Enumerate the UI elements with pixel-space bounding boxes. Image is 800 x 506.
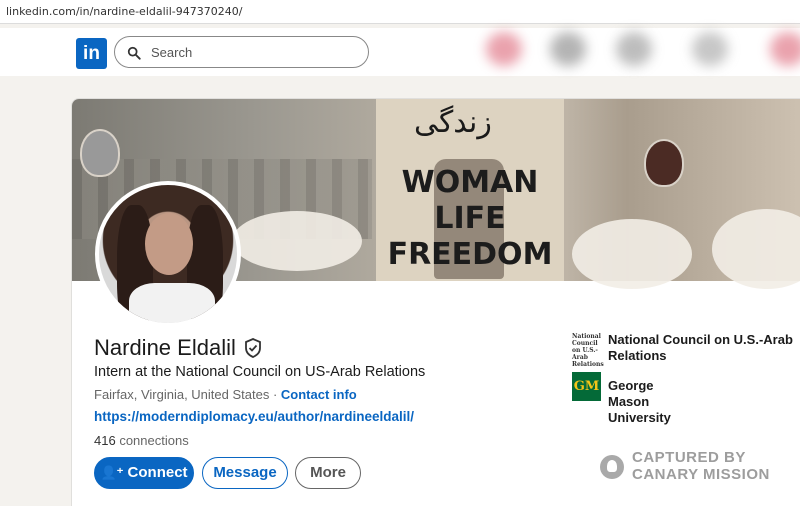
linkedin-logo-icon[interactable]: in bbox=[76, 38, 107, 69]
org-name: George Mason University bbox=[608, 378, 671, 425]
profile-card: زندگی WOMAN LIFE FREEDOM Nardine Eldalil… bbox=[71, 98, 800, 506]
org-name: National Council on U.S.-Arab Relations bbox=[608, 332, 793, 363]
location-text: Fairfax, Virginia, United States bbox=[94, 387, 270, 402]
contact-info-link[interactable]: Contact info bbox=[281, 387, 357, 402]
connections-label: connections bbox=[115, 433, 189, 448]
nav-item-blurred-icon[interactable] bbox=[616, 32, 652, 66]
shield-check-icon[interactable] bbox=[244, 338, 262, 358]
gmu-logo-icon: GM bbox=[572, 372, 601, 401]
banner-cloud bbox=[572, 219, 692, 289]
search-box[interactable] bbox=[114, 36, 369, 68]
sign-line-2: LIFE bbox=[434, 201, 506, 236]
sign-script: زندگی bbox=[414, 105, 492, 140]
search-input[interactable] bbox=[151, 43, 351, 61]
profile-location-line: Fairfax, Virginia, United States · Conta… bbox=[94, 387, 357, 402]
national-council-logo-icon: National Council on U.S.-Arab Relations bbox=[572, 333, 604, 368]
banner-cloud bbox=[232, 211, 362, 271]
profile-headline: Intern at the National Council on US-Ara… bbox=[94, 364, 426, 380]
profile-avatar[interactable] bbox=[95, 181, 241, 327]
banner-cloud bbox=[712, 209, 800, 289]
connections-number: 416 bbox=[94, 433, 116, 448]
url-text: linkedin.com/in/nardine-eldalil-94737024… bbox=[6, 5, 243, 18]
connections-count[interactable]: 416 connections bbox=[94, 433, 189, 448]
top-nav: in bbox=[0, 28, 800, 76]
sign-line-3: FREEDOM bbox=[387, 237, 553, 272]
nav-item-blurred-icon[interactable] bbox=[486, 32, 522, 66]
more-button[interactable]: More bbox=[295, 457, 361, 489]
search-icon bbox=[127, 46, 141, 60]
banner-lamp bbox=[644, 139, 684, 187]
connect-button[interactable]: 👤⁺ Connect bbox=[94, 457, 194, 489]
add-person-icon: 👤⁺ bbox=[100, 465, 124, 480]
nav-item-blurred-icon[interactable] bbox=[550, 32, 586, 66]
watermark-line-2: CANARY MISSION bbox=[632, 466, 770, 483]
canary-icon bbox=[600, 455, 624, 479]
nav-item-blurred-icon[interactable] bbox=[692, 32, 728, 66]
website-link[interactable]: https://moderndiplomacy.eu/author/nardin… bbox=[94, 409, 414, 424]
sign-line-1: WOMAN bbox=[401, 165, 539, 200]
separator: · bbox=[269, 387, 281, 402]
message-button[interactable]: Message bbox=[202, 457, 288, 489]
address-bar[interactable]: linkedin.com/in/nardine-eldalil-94737024… bbox=[0, 0, 800, 24]
watermark-line-1: CAPTURED BY bbox=[632, 449, 746, 466]
watermark: CAPTURED BY CANARY MISSION bbox=[600, 449, 800, 485]
banner-sign: زندگی WOMAN LIFE FREEDOM bbox=[376, 99, 564, 281]
profile-name: Nardine Eldalil bbox=[94, 335, 236, 360]
banner-lamp bbox=[80, 129, 120, 177]
connect-label: Connect bbox=[127, 464, 188, 481]
nav-item-blurred-icon[interactable] bbox=[770, 32, 800, 66]
